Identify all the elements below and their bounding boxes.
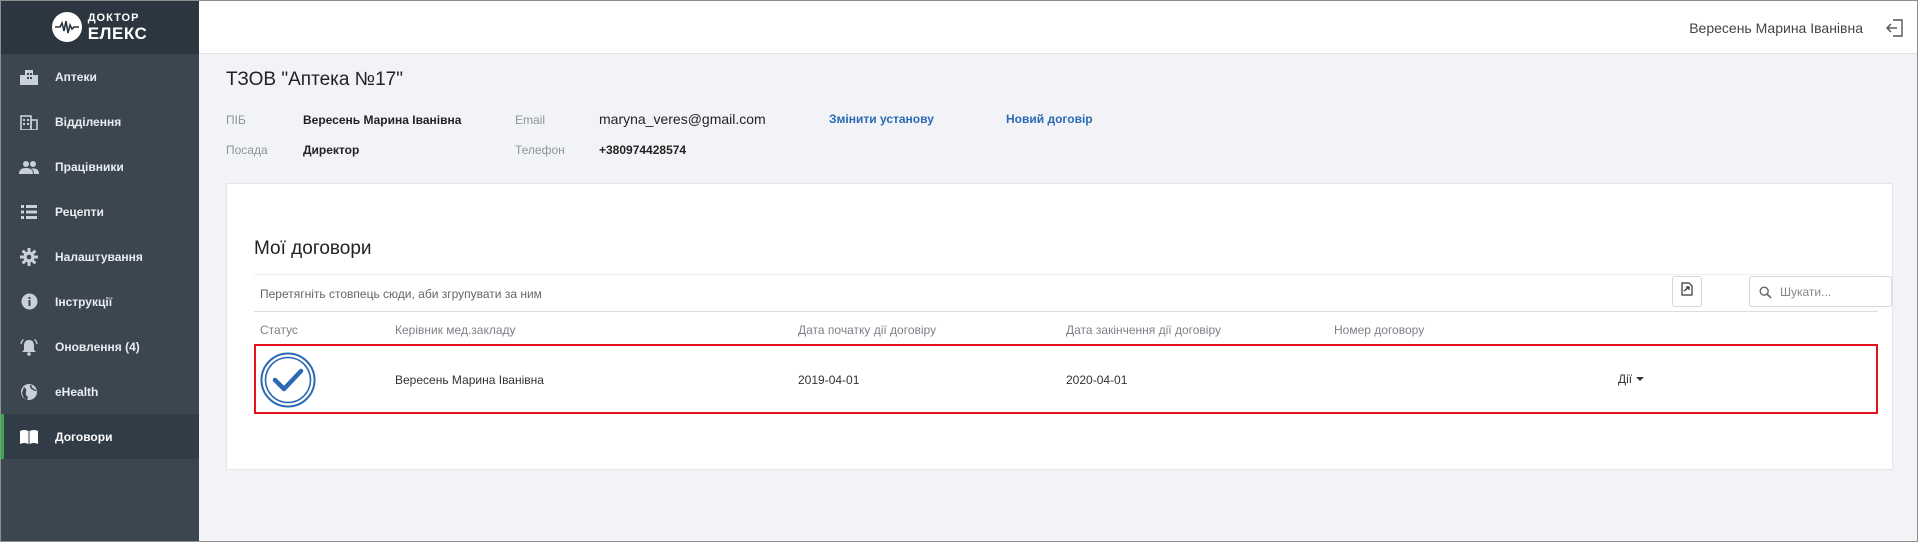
sidebar-item-ehealth[interactable]: eHealth bbox=[0, 369, 199, 414]
sidebar-item-label: Інструкції bbox=[55, 294, 113, 309]
info-icon bbox=[19, 292, 39, 312]
list-icon bbox=[19, 202, 39, 222]
sidebar-item-label: eHealth bbox=[55, 384, 99, 399]
bell-icon bbox=[19, 337, 39, 357]
contracts-card: Мої договори Перетягніть стовпець сюди, … bbox=[226, 183, 1893, 470]
actions-dropdown[interactable]: Дії bbox=[1618, 372, 1645, 386]
current-user-name[interactable]: Вересень Марина Іванівна bbox=[1689, 20, 1863, 36]
brand-line2: ЕЛЕКС bbox=[87, 23, 148, 43]
check-circle-icon bbox=[260, 352, 316, 413]
logout-icon[interactable] bbox=[1886, 19, 1904, 37]
contracts-title: Мої договори bbox=[254, 238, 372, 259]
search-icon bbox=[1759, 286, 1772, 304]
sidebar-item-label: Рецепти bbox=[55, 204, 104, 219]
actions-label: Дії bbox=[1618, 372, 1633, 386]
book-icon bbox=[19, 427, 39, 447]
sidebar-item-instructions[interactable]: Інструкції bbox=[0, 279, 199, 324]
column-header-start-date[interactable]: Дата початку дії договіру bbox=[798, 323, 936, 337]
email-label: Email bbox=[515, 113, 546, 127]
cell-start-date: 2019-04-01 bbox=[798, 373, 860, 387]
column-header-end-date[interactable]: Дата закінчення дії договіру bbox=[1066, 323, 1221, 337]
sidebar-item-employees[interactable]: Працівники bbox=[0, 144, 199, 189]
fio-value: Вересень Марина Іванівна bbox=[303, 113, 462, 127]
table-row[interactable]: Вересень Марина Іванівна 2019-04-01 2020… bbox=[254, 344, 1878, 414]
fio-label: ПІБ bbox=[226, 113, 246, 127]
sidebar-item-prescriptions[interactable]: Рецепти bbox=[0, 189, 199, 234]
column-header-status[interactable]: Статус bbox=[260, 323, 298, 337]
sidebar: ДОКТОР ЕЛЕКС Аптеки Відділення Працівник… bbox=[0, 0, 199, 542]
sidebar-item-contracts[interactable]: Договори bbox=[0, 414, 199, 459]
table-header: Статус Керівник мед.закладу Дата початку… bbox=[254, 320, 1878, 342]
gear-icon bbox=[19, 247, 39, 267]
people-icon bbox=[19, 157, 39, 177]
export-icon bbox=[1681, 282, 1693, 301]
cell-manager: Вересень Марина Іванівна bbox=[395, 373, 544, 387]
column-header-manager[interactable]: Керівник мед.закладу bbox=[395, 323, 516, 337]
sidebar-item-updates[interactable]: Оновлення (4) bbox=[0, 324, 199, 369]
email-value: maryna_veres@gmail.com bbox=[599, 111, 766, 127]
group-hint: Перетягніть стовпець сюди, аби згрупуват… bbox=[260, 287, 542, 301]
new-contract-link[interactable]: Новий договір bbox=[1006, 112, 1093, 126]
branch-icon bbox=[19, 112, 39, 132]
column-header-contract-number[interactable]: Номер договору bbox=[1334, 323, 1424, 337]
caret-down-icon bbox=[1636, 376, 1645, 381]
sidebar-item-branches[interactable]: Відділення bbox=[0, 99, 199, 144]
main-content: ТЗОВ "Аптека №17" ПІБ Вересень Марина Ів… bbox=[199, 54, 1918, 542]
search-input[interactable] bbox=[1780, 283, 1885, 301]
sidebar-item-label: Працівники bbox=[55, 159, 124, 174]
export-button[interactable] bbox=[1672, 276, 1702, 307]
sidebar-item-label: Відділення bbox=[55, 114, 122, 129]
cell-end-date: 2020-04-01 bbox=[1066, 373, 1128, 387]
sidebar-item-pharmacies[interactable]: Аптеки bbox=[0, 54, 199, 99]
top-bar: Вересень Марина Іванівна bbox=[199, 0, 1918, 54]
building-icon bbox=[19, 67, 39, 87]
sidebar-item-label: Договори bbox=[55, 429, 113, 444]
brand-logo[interactable]: ДОКТОР ЕЛЕКС bbox=[0, 0, 199, 54]
phone-label: Телефон bbox=[515, 143, 565, 157]
sidebar-item-label: Оновлення (4) bbox=[55, 339, 140, 354]
globe-icon bbox=[19, 382, 39, 402]
search-box[interactable] bbox=[1749, 276, 1892, 307]
page-title: ТЗОВ "Аптека №17" bbox=[226, 69, 403, 90]
sidebar-item-settings[interactable]: Налаштування bbox=[0, 234, 199, 279]
change-institution-link[interactable]: Змінити установу bbox=[829, 112, 934, 126]
pulse-logo-icon bbox=[51, 12, 82, 42]
sidebar-item-label: Налаштування bbox=[55, 249, 143, 264]
sidebar-item-label: Аптеки bbox=[55, 69, 97, 84]
brand-line1: ДОКТОР bbox=[87, 11, 140, 24]
position-label: Посада bbox=[226, 143, 268, 157]
group-drop-area[interactable]: Перетягніть стовпець сюди, аби згрупуват… bbox=[254, 274, 1892, 312]
position-value: Директор bbox=[303, 143, 360, 157]
phone-value: +380974428574 bbox=[599, 143, 687, 157]
